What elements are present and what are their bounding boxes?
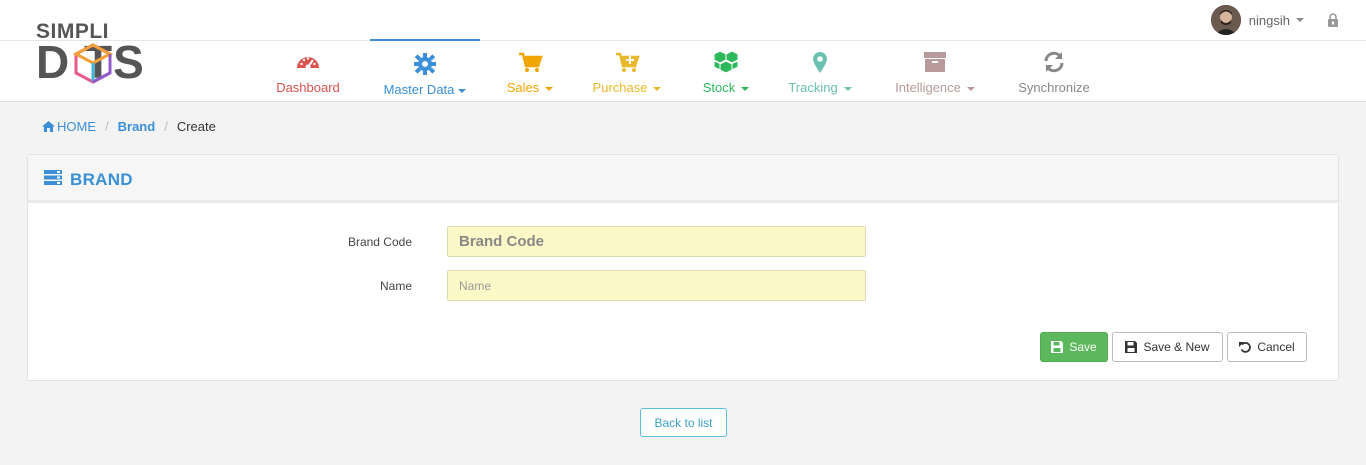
breadcrumb: HOME / Brand / Create [42, 119, 216, 134]
cancel-button[interactable]: Cancel [1227, 332, 1307, 362]
panel-header: BRAND [28, 155, 1338, 203]
cancel-button-label: Cancel [1257, 340, 1295, 354]
refresh-icon [1044, 51, 1064, 73]
main-navbar: Dashboard Master Data Sales Purchase Sto… [0, 39, 1366, 102]
lock-icon[interactable] [1326, 12, 1340, 28]
gear-icon [414, 53, 436, 75]
dashboard-gauge-icon [297, 57, 319, 70]
nav-tracking[interactable]: Tracking [781, 41, 859, 102]
breadcrumb-separator: / [105, 119, 109, 134]
nav-stock[interactable]: Stock [694, 41, 758, 102]
logo-cube-icon [72, 43, 114, 84]
breadcrumb-current: Create [176, 119, 216, 134]
cubes-icon [713, 50, 739, 74]
user-name[interactable]: ningsih [1249, 13, 1290, 28]
top-bar: ningsih [0, 0, 1366, 41]
nav-synchronize-label: Synchronize [1018, 80, 1090, 95]
nav-purchase[interactable]: Purchase [585, 41, 669, 102]
breadcrumb-brand-link[interactable]: Brand [118, 119, 156, 134]
save-and-new-button-label: Save & New [1143, 340, 1210, 354]
user-dropdown-caret-icon[interactable] [1296, 18, 1304, 22]
simplidots-logo[interactable]: SIMPLI D TS [36, 20, 186, 86]
save-and-new-button[interactable]: Save & New [1112, 332, 1223, 362]
floppy-disk-icon [1051, 341, 1064, 353]
cart-plus-icon [616, 52, 640, 72]
list-server-icon [44, 170, 62, 185]
nav-synchronize[interactable]: Synchronize [1010, 41, 1098, 102]
nav-intelligence-label: Intelligence [886, 80, 984, 95]
save-button[interactable]: Save [1040, 332, 1108, 362]
nav-sales[interactable]: Sales [500, 41, 560, 102]
brand-code-input[interactable] [447, 226, 866, 257]
nav-intelligence[interactable]: Intelligence [886, 41, 984, 102]
breadcrumb-home-link[interactable]: HOME [42, 119, 96, 134]
cart-icon [519, 52, 543, 72]
brand-form-panel: BRAND Brand Code Name Save Save & New Ca… [27, 154, 1339, 381]
map-marker-icon [813, 52, 827, 73]
floppy-disk-icon [1125, 341, 1138, 353]
nav-master-data-label: Master Data [370, 82, 480, 97]
nav-dashboard-label: Dashboard [276, 80, 340, 95]
user-menu[interactable]: ningsih [1210, 5, 1340, 35]
back-to-list-button[interactable]: Back to list [640, 408, 727, 437]
brand-code-label: Brand Code [347, 235, 412, 249]
nav-dashboard[interactable]: Dashboard [268, 41, 348, 102]
nav-stock-label: Stock [694, 80, 758, 95]
nav-master-data[interactable]: Master Data [370, 39, 480, 100]
nav-purchase-label: Purchase [585, 80, 669, 95]
breadcrumb-home-label: HOME [57, 119, 96, 134]
name-input[interactable] [447, 270, 866, 301]
archive-box-icon [924, 52, 946, 72]
user-avatar[interactable] [1210, 5, 1241, 35]
nav-sales-label: Sales [500, 80, 560, 95]
nav-tracking-label: Tracking [781, 80, 859, 95]
name-label: Name [379, 279, 412, 293]
breadcrumb-separator: / [164, 119, 168, 134]
home-icon [42, 121, 55, 132]
save-button-label: Save [1069, 340, 1097, 354]
panel-title: BRAND [70, 170, 133, 189]
undo-icon [1239, 341, 1252, 353]
